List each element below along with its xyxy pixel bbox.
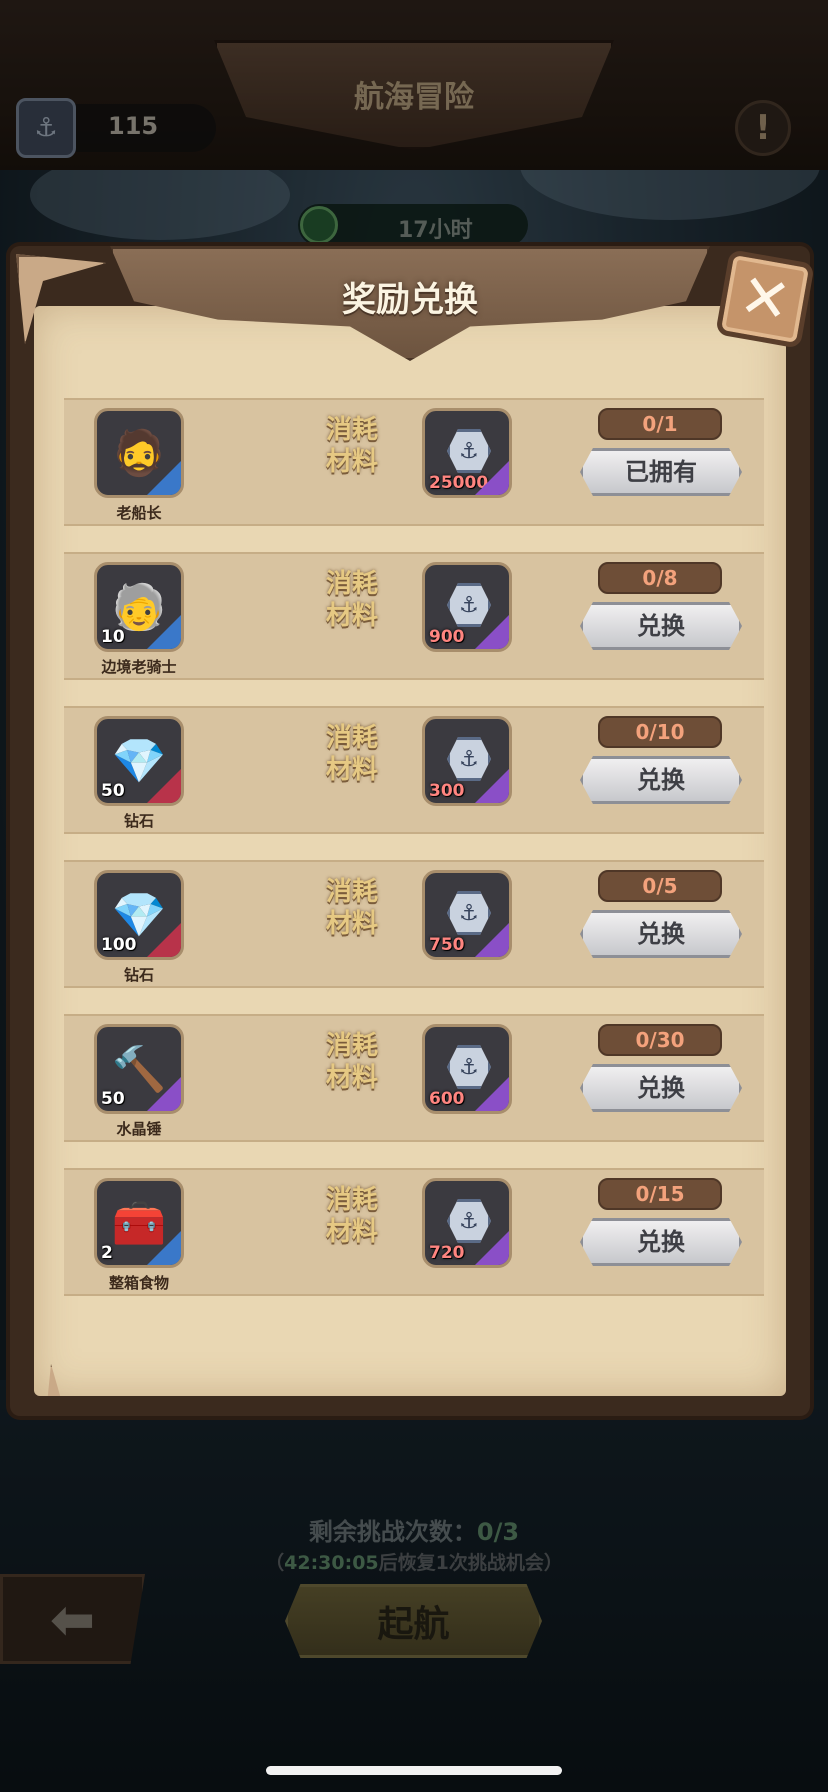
cost-material-slot[interactable]: ⚓ 720	[422, 1178, 512, 1268]
cost-label: 消耗材料	[325, 723, 378, 785]
anchor-token-icon: ⚓	[447, 1199, 491, 1243]
exchange-limit: 0/10	[598, 716, 722, 748]
anchor-token-icon: ⚓	[447, 1045, 491, 1089]
corner-ornament	[42, 1364, 132, 1396]
reward-item-quantity: 50	[101, 781, 125, 801]
anchor-token-icon: ⚓	[447, 737, 491, 781]
exchange-button[interactable]: 兑换	[580, 602, 742, 650]
anchor-token-icon: ⚓	[447, 891, 491, 935]
reward-item-quantity: 2	[101, 1243, 113, 1263]
cost-label: 消耗材料	[325, 415, 378, 477]
close-button[interactable]: ✕	[715, 249, 815, 349]
reward-row: 🧓 10 边境老骑士 消耗材料 ⚓ 900 0/8 兑换	[64, 552, 764, 680]
cost-material-slot[interactable]: ⚓ 600	[422, 1024, 512, 1114]
exchange-button[interactable]: 兑换	[580, 1218, 742, 1266]
cost-amount: 750	[429, 935, 465, 955]
cost-amount: 900	[429, 627, 465, 647]
cost-label: 消耗材料	[325, 1031, 378, 1093]
reward-row: 💎 50 钻石 消耗材料 ⚓ 300 0/10 兑换	[64, 706, 764, 834]
cost-label: 消耗材料	[325, 1185, 378, 1247]
exchange-limit: 0/30	[598, 1024, 722, 1056]
reward-item-icon: 🧔	[111, 428, 167, 479]
cost-material-slot[interactable]: ⚓ 750	[422, 870, 512, 960]
reward-item-slot[interactable]: 🧓 10	[94, 562, 184, 652]
cost-label: 消耗材料	[325, 569, 378, 631]
reward-item-name: 钻石	[123, 966, 154, 984]
reward-item-slot[interactable]: 💎 100	[94, 870, 184, 960]
reward-item-name: 水晶锤	[116, 1120, 162, 1138]
exchange-button[interactable]: 兑换	[580, 756, 742, 804]
home-indicator[interactable]	[266, 1766, 562, 1775]
reward-row: 💎 100 钻石 消耗材料 ⚓ 750 0/5 兑换	[64, 860, 764, 988]
reward-row: 🧔 老船长 消耗材料 ⚓ 25000 0/1 已拥有	[64, 398, 764, 526]
reward-item-name: 钻石	[123, 812, 154, 830]
modal-title: 奖励兑换	[342, 280, 478, 320]
cost-material-slot[interactable]: ⚓ 900	[422, 562, 512, 652]
cost-amount: 25000	[429, 473, 489, 493]
exchange-button[interactable]: 兑换	[580, 910, 742, 958]
cost-label: 消耗材料	[325, 877, 378, 939]
exchange-limit: 0/1	[598, 408, 722, 440]
exchange-limit: 0/15	[598, 1178, 722, 1210]
reward-item-quantity: 50	[101, 1089, 125, 1109]
reward-item-quantity: 10	[101, 627, 125, 647]
anchor-token-icon: ⚓	[447, 583, 491, 627]
cost-amount: 300	[429, 781, 465, 801]
reward-item-name: 老船长	[116, 504, 162, 522]
reward-item-slot[interactable]: 🧔	[94, 408, 184, 498]
cost-material-slot[interactable]: ⚓ 25000	[422, 408, 512, 498]
reward-item-quantity: 100	[101, 935, 137, 955]
exchange-button[interactable]: 已拥有	[580, 448, 742, 496]
reward-row: 🔨 50 水晶锤 消耗材料 ⚓ 600 0/30 兑换	[64, 1014, 764, 1142]
cost-amount: 720	[429, 1243, 465, 1263]
cost-material-slot[interactable]: ⚓ 300	[422, 716, 512, 806]
reward-list[interactable]: 🧔 老船长 消耗材料 ⚓ 25000 0/1 已拥有 🧓 10 边境老骑士 消耗材料 ⚓ 900 0/8 兑…	[64, 398, 764, 1328]
corner-ornament	[738, 1364, 786, 1396]
cost-amount: 600	[429, 1089, 465, 1109]
reward-item-name: 整箱食物	[108, 1274, 169, 1292]
exchange-limit: 0/8	[598, 562, 722, 594]
anchor-token-icon: ⚓	[447, 429, 491, 473]
reward-item-name: 边境老骑士	[101, 658, 177, 676]
reward-item-slot[interactable]: 💎 50	[94, 716, 184, 806]
exchange-button[interactable]: 兑换	[580, 1064, 742, 1112]
reward-row: 🧰 2 整箱食物 消耗材料 ⚓ 720 0/15 兑换	[64, 1168, 764, 1296]
reward-item-slot[interactable]: 🧰 2	[94, 1178, 184, 1268]
exchange-limit: 0/5	[598, 870, 722, 902]
reward-item-slot[interactable]: 🔨 50	[94, 1024, 184, 1114]
